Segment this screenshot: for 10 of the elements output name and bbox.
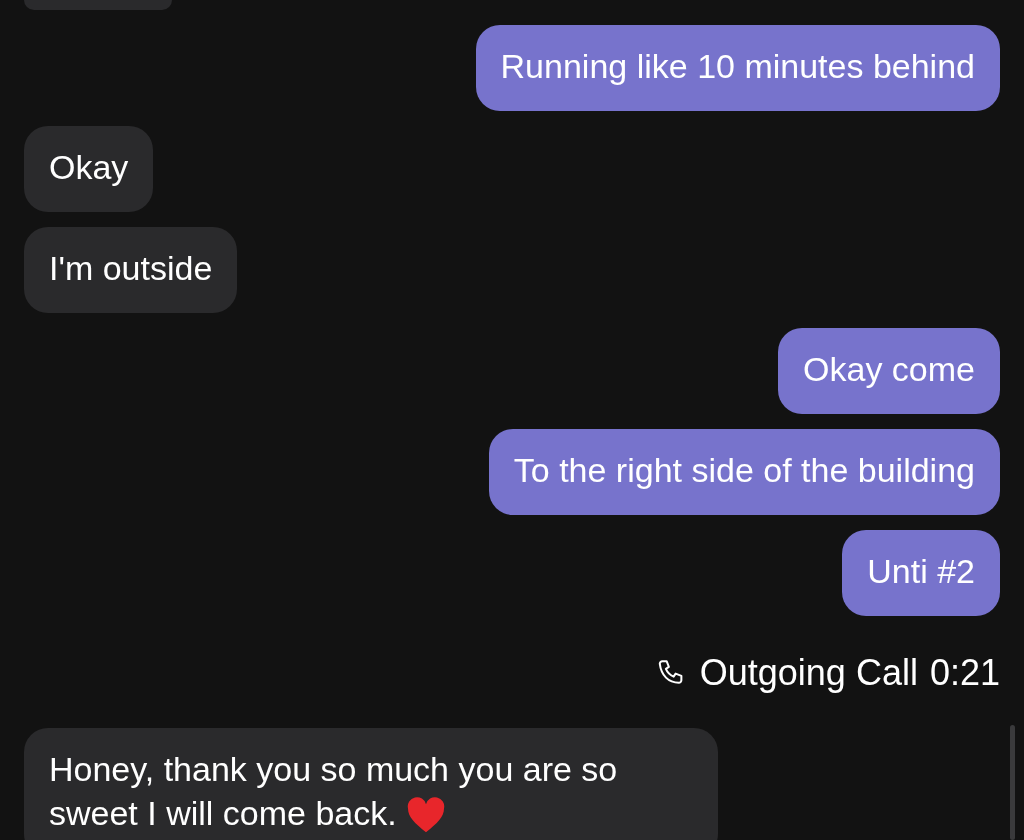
call-label: Outgoing Call (699, 651, 918, 695)
message-bubble: Unti #2 (842, 530, 1000, 616)
message-bubble: Okay (24, 126, 154, 212)
message-bubble: Running like 10 minutes behind (475, 25, 1000, 111)
call-duration: 0:21 (929, 651, 1000, 695)
message-bubble: To the right side of the building (488, 429, 1000, 515)
scrollbar-thumb[interactable] (1010, 725, 1015, 840)
message-bubble: Okay come (778, 328, 1000, 414)
message-bubble: I'm outside (24, 227, 238, 313)
message-bubble: Honey, thank you so much you are so sweet I will come back. (24, 728, 718, 840)
